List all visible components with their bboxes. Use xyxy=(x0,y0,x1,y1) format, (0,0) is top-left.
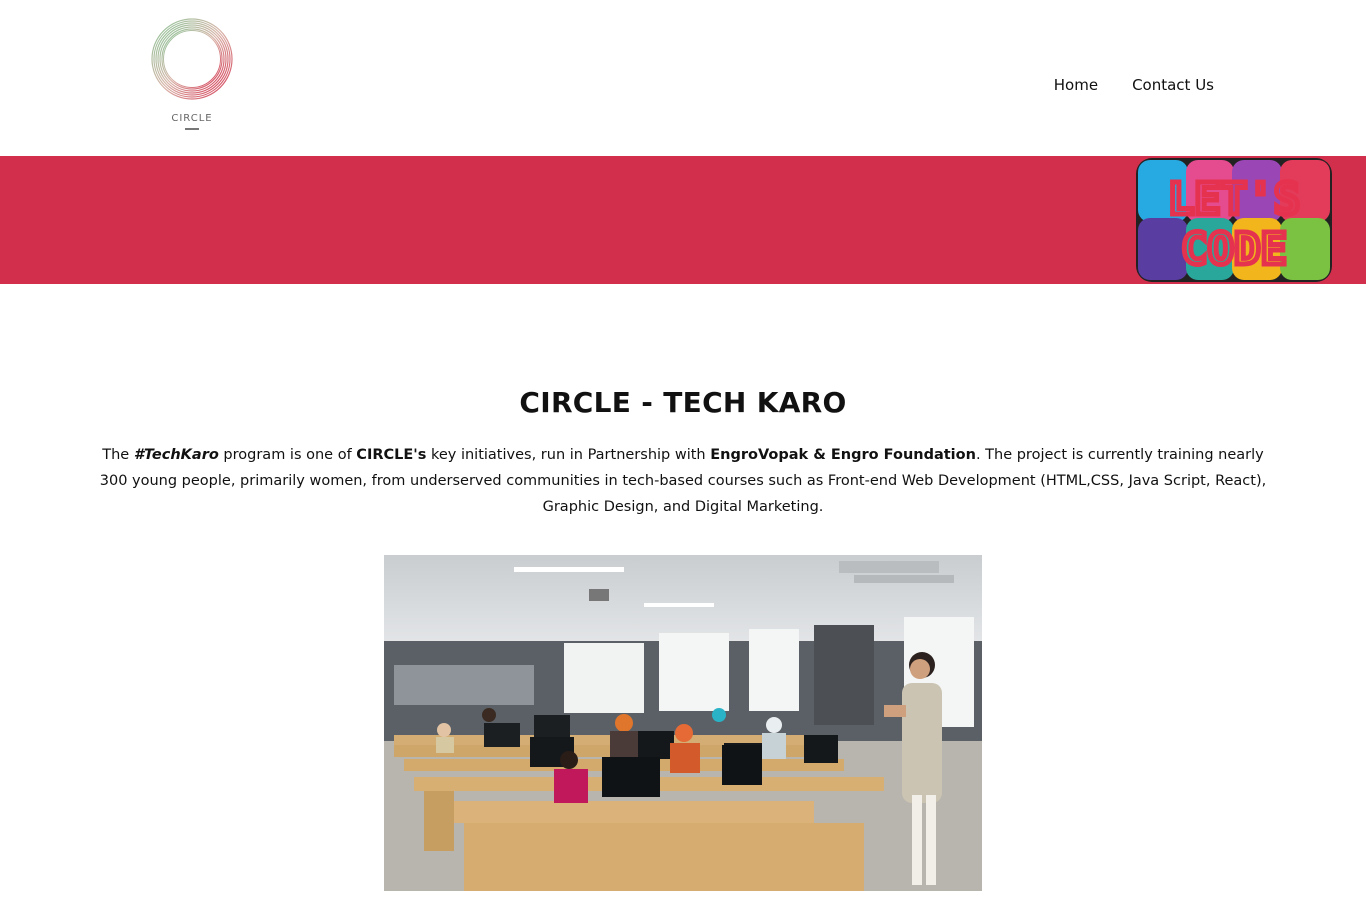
hero-banner: LET'S CODE xyxy=(0,156,1366,284)
badge-line1: LET'S xyxy=(1168,174,1300,225)
intro-paragraph: The #TechKaro program is one of CIRCLE's… xyxy=(93,442,1273,520)
main-content: CIRCLE - TECH KARO The #TechKaro program… xyxy=(0,386,1366,891)
circle-logo-icon xyxy=(151,18,233,100)
classroom-photo xyxy=(384,555,982,891)
nav-home[interactable]: Home xyxy=(1054,76,1098,94)
logo-text: CIRCLE xyxy=(171,113,213,124)
nav-contact-us[interactable]: Contact Us xyxy=(1132,76,1214,94)
logo-underline xyxy=(185,128,199,130)
site-logo[interactable]: CIRCLE xyxy=(150,17,234,130)
badge-line2: CODE xyxy=(1181,224,1287,275)
intro-text-1: The xyxy=(102,447,134,463)
lets-code-badge: LET'S CODE xyxy=(1136,158,1332,282)
intro-text-3: key initiatives, run in Partnership with xyxy=(426,447,711,463)
intro-text-2: program is one of xyxy=(218,447,357,463)
site-header: CIRCLE Home Contact Us xyxy=(0,0,1366,156)
page-title: CIRCLE - TECH KARO xyxy=(519,386,847,419)
partners-name: EngroVopak & Engro Foundation xyxy=(710,447,976,463)
hashtag-techkaro: #TechKaro xyxy=(133,447,219,463)
main-nav: Home Contact Us xyxy=(1054,76,1214,94)
circles-name: CIRCLE's xyxy=(356,447,427,463)
